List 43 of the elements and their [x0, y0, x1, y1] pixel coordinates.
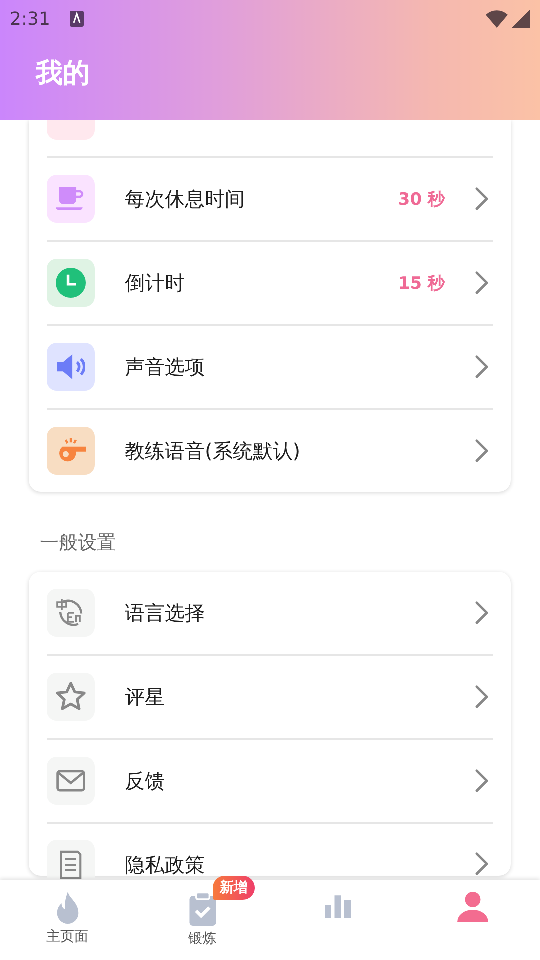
- chevron-right-icon: [475, 271, 489, 295]
- chevron-right-icon: [475, 685, 489, 709]
- setting-label: 每次休息时间: [125, 186, 245, 212]
- person-icon: [456, 892, 488, 922]
- section-title: 一般设置: [40, 531, 116, 556]
- setting-value: 30 秒: [398, 188, 445, 210]
- flame-icon: [54, 892, 80, 924]
- new-badge: 新增: [213, 876, 255, 900]
- signal-icon: [512, 10, 530, 28]
- settings-row[interactable]: 评星: [47, 654, 493, 738]
- status-time: 2:31: [10, 8, 50, 30]
- setting-label: 教练语音(系统默认): [125, 438, 301, 464]
- nav-tab[interactable]: 主页面: [40, 880, 94, 960]
- chevron-right-icon: [475, 355, 489, 379]
- setting-label: 语言选择: [125, 600, 205, 626]
- settings-row[interactable]: 反馈: [47, 738, 493, 822]
- chevron-right-icon: [475, 439, 489, 463]
- settings-row[interactable]: 倒计时 15 秒: [47, 240, 493, 324]
- settings-row[interactable]: 每次休息时间 30 秒: [47, 158, 493, 240]
- setting-label: 评星: [125, 684, 165, 710]
- chevron-right-icon: [475, 601, 489, 625]
- mail-icon: [56, 770, 86, 792]
- page-title: 我的: [36, 58, 90, 90]
- settings-row[interactable]: 隐私政策: [47, 822, 493, 876]
- chevron-right-icon: [475, 187, 489, 211]
- setting-value: 15 秒: [398, 272, 445, 294]
- clock-icon: [56, 268, 86, 298]
- chevron-right-icon: [475, 852, 489, 876]
- icon-tile: [47, 120, 95, 140]
- settings-row[interactable]: 教练语音(系统默认): [47, 408, 493, 492]
- setting-label: 倒计时: [125, 270, 185, 296]
- setting-label: 隐私政策: [125, 852, 205, 879]
- settings-row[interactable]: 语言选择: [47, 572, 493, 654]
- settings-row[interactable]: 声音选项: [47, 324, 493, 408]
- notification-icon: [70, 11, 84, 27]
- speaker-icon: [57, 353, 85, 381]
- document-icon: [60, 850, 82, 880]
- wifi-icon: [486, 10, 508, 28]
- setting-label: 反馈: [125, 768, 165, 794]
- clipboard-icon: [188, 892, 216, 926]
- star-icon: [56, 682, 86, 712]
- setting-label: 声音选项: [125, 354, 205, 380]
- chevron-right-icon: [475, 769, 489, 793]
